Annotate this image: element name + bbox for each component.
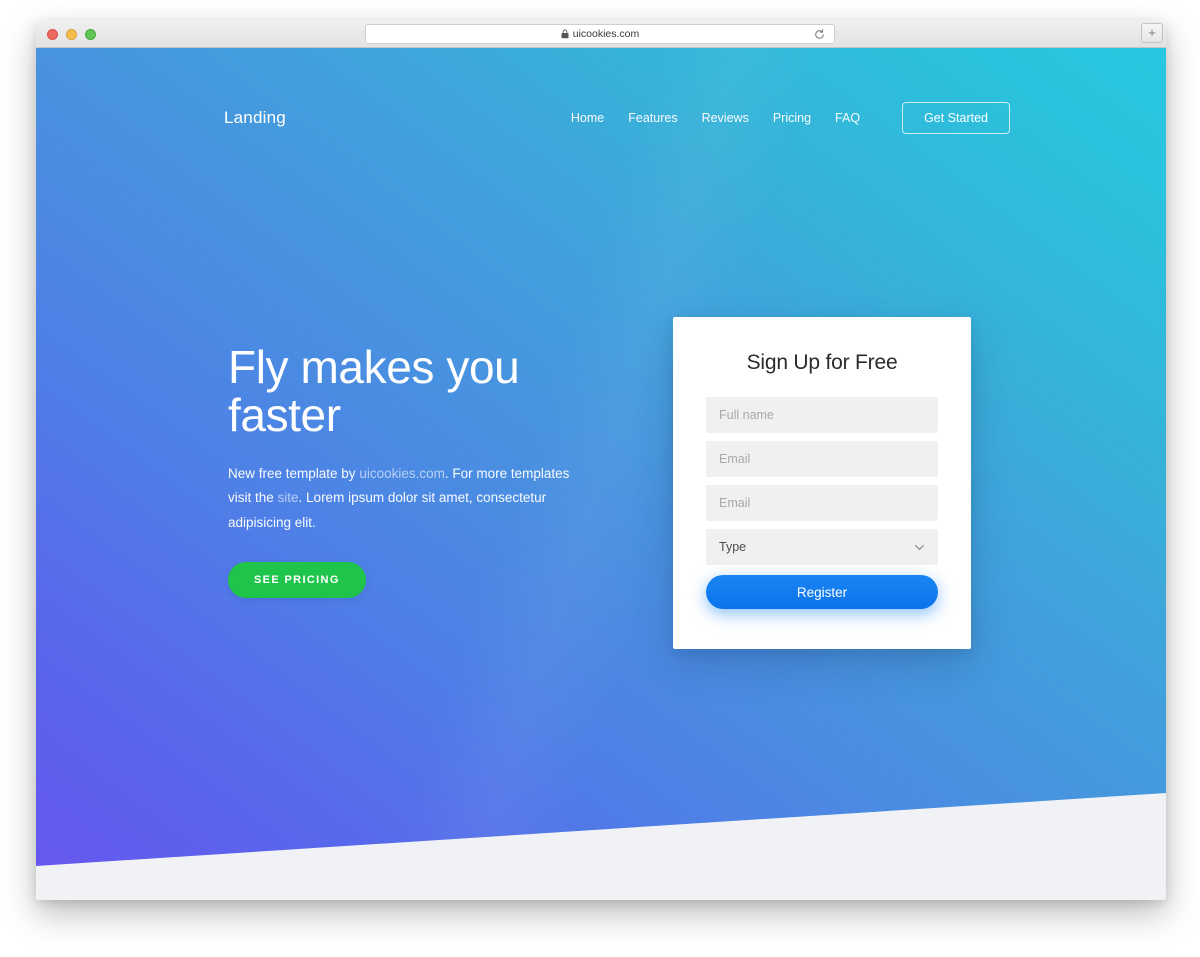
minimize-window-button[interactable] (66, 29, 77, 40)
signup-card: Sign Up for Free Type Register (673, 317, 971, 649)
nav-link-reviews[interactable]: Reviews (702, 111, 749, 125)
reload-icon[interactable] (813, 28, 826, 41)
nav-link-faq[interactable]: FAQ (835, 111, 860, 125)
hero-paragraph: New free template by uicookies.com. For … (228, 462, 578, 536)
browser-window: uicookies.com + Landing Home Features Re… (36, 20, 1166, 900)
signup-card-title: Sign Up for Free (746, 351, 898, 374)
hero-paragraph-part1: New free template by (228, 465, 360, 481)
nav-link-features[interactable]: Features (628, 111, 677, 125)
brand-logo[interactable]: Landing (224, 108, 286, 128)
hero-link-site[interactable]: site (278, 490, 299, 505)
nav-links: Home Features Reviews Pricing FAQ Get St… (571, 102, 1010, 134)
zoom-window-button[interactable] (85, 29, 96, 40)
hero-copy: Fly makes you faster New free template b… (228, 341, 608, 599)
page-viewport: Landing Home Features Reviews Pricing FA… (36, 48, 1166, 900)
lock-icon (561, 29, 569, 39)
url-text: uicookies.com (572, 28, 640, 40)
register-button[interactable]: Register (706, 575, 938, 609)
email-input[interactable] (706, 441, 938, 477)
type-select[interactable]: Type (706, 529, 938, 565)
see-pricing-button[interactable]: SEE PRICING (228, 562, 366, 599)
site-navigation: Landing Home Features Reviews Pricing FA… (36, 100, 1166, 136)
full-name-input[interactable] (706, 397, 938, 433)
email-confirm-input[interactable] (706, 485, 938, 521)
new-tab-button[interactable]: + (1141, 23, 1163, 43)
hero-link-uicookies[interactable]: uicookies.com (359, 466, 445, 481)
nav-link-pricing[interactable]: Pricing (773, 111, 811, 125)
browser-titlebar: uicookies.com + (36, 20, 1166, 48)
chevron-down-icon (915, 545, 924, 551)
url-bar[interactable]: uicookies.com (365, 24, 835, 44)
type-select-label: Type (719, 540, 747, 554)
window-traffic-lights (47, 29, 96, 40)
hero-title: Fly makes you faster (228, 341, 520, 441)
url-bar-content: uicookies.com (561, 28, 640, 40)
close-window-button[interactable] (47, 29, 58, 40)
nav-link-home[interactable]: Home (571, 111, 604, 125)
get-started-button[interactable]: Get Started (902, 102, 1010, 134)
